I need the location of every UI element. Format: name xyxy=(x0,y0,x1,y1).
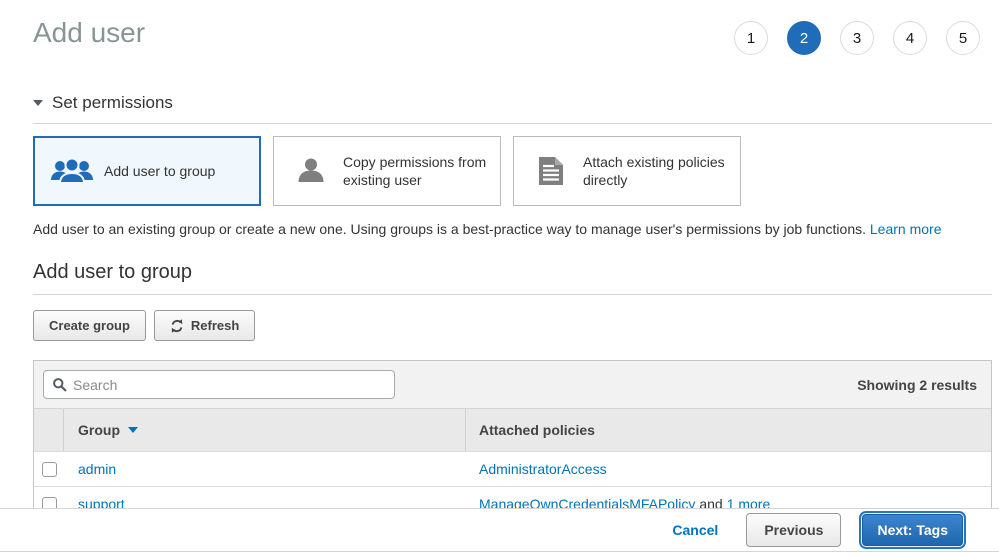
page-title: Add user xyxy=(33,16,145,50)
search-box[interactable] xyxy=(43,370,395,399)
select-all-cell xyxy=(34,409,64,451)
group-toolbar: Create group Refresh xyxy=(33,310,992,341)
policy-link[interactable]: AdministratorAccess xyxy=(479,461,607,477)
create-group-button[interactable]: Create group xyxy=(33,310,146,341)
wizard-footer: Cancel Previous Next: Tags xyxy=(0,508,999,552)
groups-table: Showing 2 results Group Attached policie… xyxy=(33,360,992,522)
refresh-button[interactable]: Refresh xyxy=(154,310,255,341)
table-search-row: Showing 2 results xyxy=(34,361,991,408)
set-permissions-heading: Set permissions xyxy=(52,93,173,113)
user-icon xyxy=(288,155,334,187)
divider xyxy=(33,123,992,124)
group-icon xyxy=(49,156,95,186)
cancel-link[interactable]: Cancel xyxy=(672,522,718,538)
next-tags-button[interactable]: Next: Tags xyxy=(862,514,963,546)
search-icon xyxy=(52,377,67,392)
column-header-group[interactable]: Group xyxy=(64,409,466,451)
table-header: Group Attached policies xyxy=(34,408,991,451)
permission-options: Add user to group Copy permissions from … xyxy=(33,136,992,206)
divider xyxy=(33,294,992,295)
option-attach-policies[interactable]: Attach existing policies directly xyxy=(513,136,741,206)
column-header-attached-policies: Attached policies xyxy=(466,409,991,451)
permissions-description: Add user to an existing group or create … xyxy=(33,221,992,237)
document-icon xyxy=(528,155,574,187)
step-2-active[interactable]: 2 xyxy=(787,21,821,55)
step-5[interactable]: 5 xyxy=(946,21,980,55)
collapse-arrow-icon xyxy=(33,100,43,106)
search-input[interactable] xyxy=(73,377,386,393)
set-permissions-section-header[interactable]: Set permissions xyxy=(33,93,992,113)
refresh-label: Refresh xyxy=(191,318,239,333)
next-button-focus-ring: Next: Tags xyxy=(859,511,966,549)
row-checkbox[interactable] xyxy=(42,462,57,477)
option-label: Copy permissions from existing user xyxy=(343,153,490,189)
group-section-title: Add user to group xyxy=(33,261,992,284)
option-copy-permissions[interactable]: Copy permissions from existing user xyxy=(273,136,501,206)
refresh-icon xyxy=(170,319,184,333)
option-label: Attach existing policies directly xyxy=(583,153,730,189)
option-label: Add user to group xyxy=(104,162,215,180)
description-text: Add user to an existing group or create … xyxy=(33,221,866,237)
step-indicator: 1 2 3 4 5 xyxy=(734,21,980,55)
previous-button[interactable]: Previous xyxy=(746,513,841,547)
group-link[interactable]: admin xyxy=(78,461,116,477)
learn-more-link[interactable]: Learn more xyxy=(870,221,942,237)
step-4[interactable]: 4 xyxy=(893,21,927,55)
step-3[interactable]: 3 xyxy=(840,21,874,55)
table-row: admin AdministratorAccess xyxy=(34,451,991,486)
page-header: Add user 1 2 3 4 5 xyxy=(33,0,992,55)
group-column-label: Group xyxy=(78,422,120,438)
sort-descending-icon xyxy=(128,427,138,433)
step-1[interactable]: 1 xyxy=(734,21,768,55)
option-add-user-to-group[interactable]: Add user to group xyxy=(33,136,261,206)
results-count: Showing 2 results xyxy=(857,377,977,393)
